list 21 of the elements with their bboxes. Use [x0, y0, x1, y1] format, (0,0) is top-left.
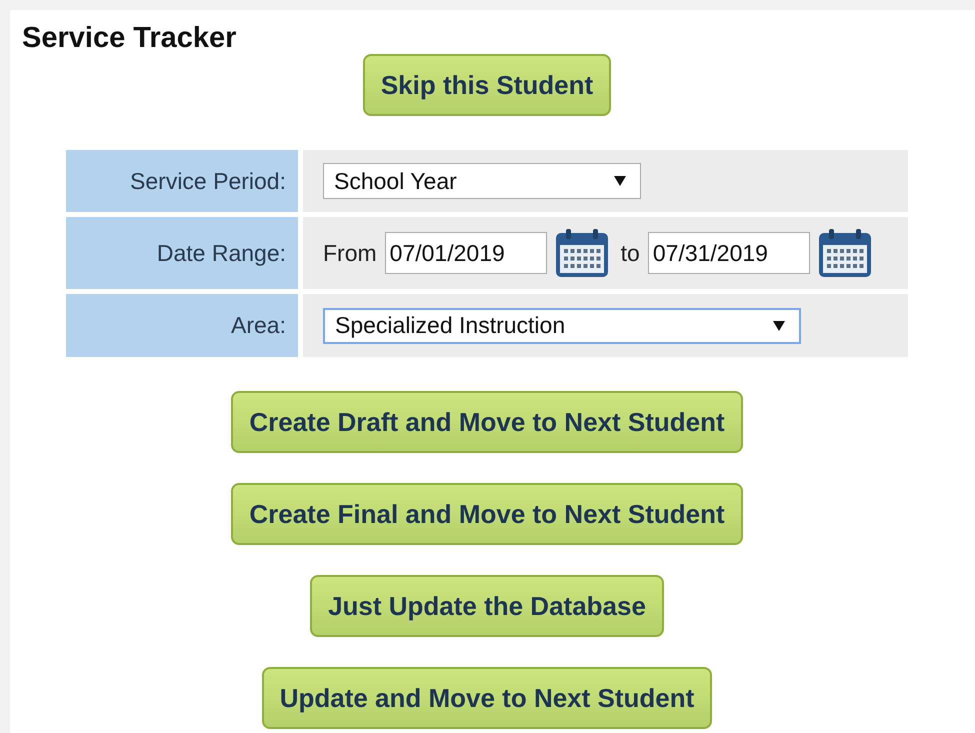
- date-field[interactable]: 07/31/2019: [648, 232, 810, 274]
- skip-student-button[interactable]: Skip this Student: [362, 54, 612, 116]
- field-label: Date Range:: [66, 217, 298, 289]
- action-button[interactable]: Create Final and Move to Next Student: [231, 483, 743, 545]
- action-button[interactable]: Update and Move to Next Student: [262, 667, 712, 729]
- dropdown-value: Specialized Instruction: [335, 312, 566, 339]
- caret-icon: [773, 320, 785, 330]
- page-title: Service Tracker: [22, 22, 236, 55]
- dropdown[interactable]: Specialized Instruction: [323, 308, 801, 344]
- dropdown-value: School Year: [334, 168, 457, 194]
- from-label: From: [323, 240, 377, 266]
- field-label: Area:: [66, 294, 298, 357]
- date-field[interactable]: 07/01/2019: [384, 232, 547, 274]
- calendar-icon[interactable]: [818, 228, 872, 278]
- caret-icon: [614, 176, 626, 186]
- dropdown[interactable]: School Year: [323, 163, 641, 199]
- field-label: Service Period:: [66, 150, 298, 212]
- calendar-icon[interactable]: [554, 228, 609, 278]
- action-button[interactable]: Create Draft and Move to Next Student: [231, 391, 743, 453]
- action-button[interactable]: Just Update the Database: [310, 575, 664, 637]
- to-label: to: [620, 240, 640, 266]
